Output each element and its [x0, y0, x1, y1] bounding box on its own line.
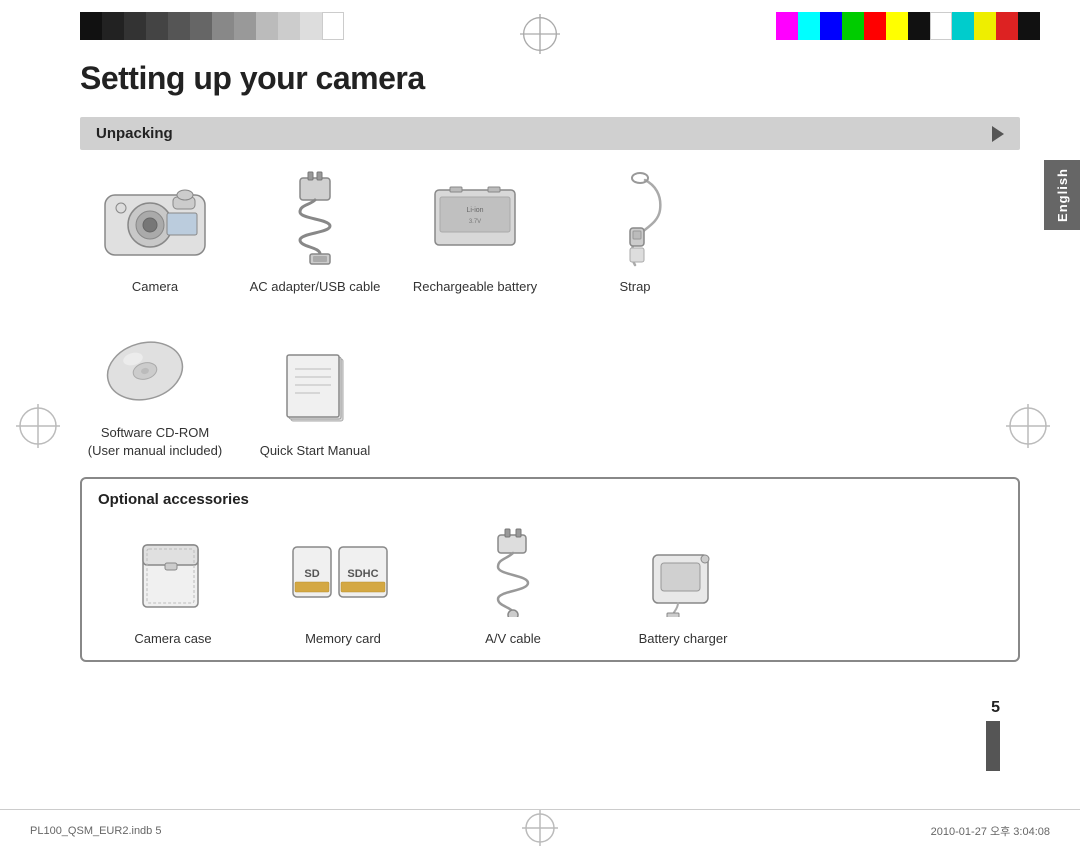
- main-content: Setting up your camera Unpacking: [80, 60, 1020, 791]
- ac-adapter-label: AC adapter/USB cable: [250, 278, 381, 296]
- crosshair-left-icon: [16, 404, 60, 448]
- optional-accessories-box: Optional accessories Camera: [80, 477, 1020, 662]
- unpacking-items-row2: Software CD-ROM(User manual included) Qu…: [80, 316, 1020, 460]
- item-battery-charger: Battery charger: [608, 522, 758, 648]
- item-av-cable: A/V cable: [438, 522, 588, 648]
- svg-text:SD: SD: [304, 568, 319, 580]
- optional-items: Camera case SD SDHC: [98, 522, 1002, 648]
- crosshair-top-icon: [520, 14, 560, 54]
- item-camera: Camera: [80, 170, 230, 296]
- battery-charger-label: Battery charger: [639, 630, 728, 648]
- strap-image: [590, 170, 680, 270]
- page-indicator-bar: [986, 721, 1000, 771]
- date-info: 2010-01-27 오후 3:04:08: [931, 823, 1050, 839]
- camera-case-image: [123, 522, 223, 622]
- language-tab-label: English: [1055, 168, 1070, 222]
- item-ac-adapter: AC adapter/USB cable: [240, 170, 390, 296]
- strap-label: Strap: [619, 278, 650, 296]
- language-tab: English: [1044, 160, 1080, 230]
- item-strap: Strap: [560, 170, 710, 296]
- page-number-area: 5: [986, 699, 1000, 771]
- item-cdrom: Software CD-ROM(User manual included): [80, 316, 230, 460]
- battery-charger-image: [623, 522, 743, 622]
- unpacking-title: Unpacking: [96, 125, 173, 142]
- svg-text:SDHC: SDHC: [347, 568, 378, 580]
- battery-label: Rechargeable battery: [413, 278, 537, 296]
- item-battery: Li-ion 3.7V Rechargeable battery: [400, 170, 550, 296]
- battery-image: Li-ion 3.7V: [420, 170, 530, 270]
- color-strip-right: [776, 12, 1040, 40]
- av-cable-image: [463, 522, 563, 622]
- memory-card-label: Memory card: [305, 630, 381, 648]
- cdrom-label: Software CD-ROM(User manual included): [88, 424, 222, 460]
- page-number: 5: [986, 699, 1000, 717]
- optional-title: Optional accessories: [98, 491, 1002, 508]
- item-memory-card: SD SDHC Memory card: [268, 522, 418, 648]
- item-manual: Quick Start Manual: [240, 334, 390, 460]
- memory-card-image: SD SDHC: [283, 522, 403, 622]
- unpacking-header: Unpacking: [80, 117, 1020, 150]
- manual-label: Quick Start Manual: [260, 442, 371, 460]
- unpacking-items-row1: Camera AC adapter/USB cable: [80, 170, 1020, 296]
- item-camera-case: Camera case: [98, 522, 248, 648]
- svg-text:Li-ion: Li-ion: [466, 207, 483, 214]
- av-cable-label: A/V cable: [485, 630, 541, 648]
- arrow-right-icon: [992, 126, 1004, 142]
- crosshair-bottom-icon: [522, 810, 558, 846]
- manual-image: [265, 334, 365, 434]
- page-title: Setting up your camera: [80, 60, 1020, 97]
- file-info: PL100_QSM_EUR2.indb 5: [30, 825, 161, 837]
- camera-case-label: Camera case: [134, 630, 211, 648]
- svg-text:3.7V: 3.7V: [469, 219, 481, 225]
- top-color-bar: [0, 0, 1080, 52]
- cdrom-image: [95, 316, 215, 416]
- bottom-bar: PL100_QSM_EUR2.indb 5 2010-01-27 오후 3:04…: [0, 809, 1080, 851]
- camera-image: [95, 170, 215, 270]
- ac-adapter-image: [255, 170, 375, 270]
- color-strip-left: [80, 12, 344, 40]
- crosshair-right-icon: [1006, 404, 1050, 448]
- camera-label: Camera: [132, 278, 178, 296]
